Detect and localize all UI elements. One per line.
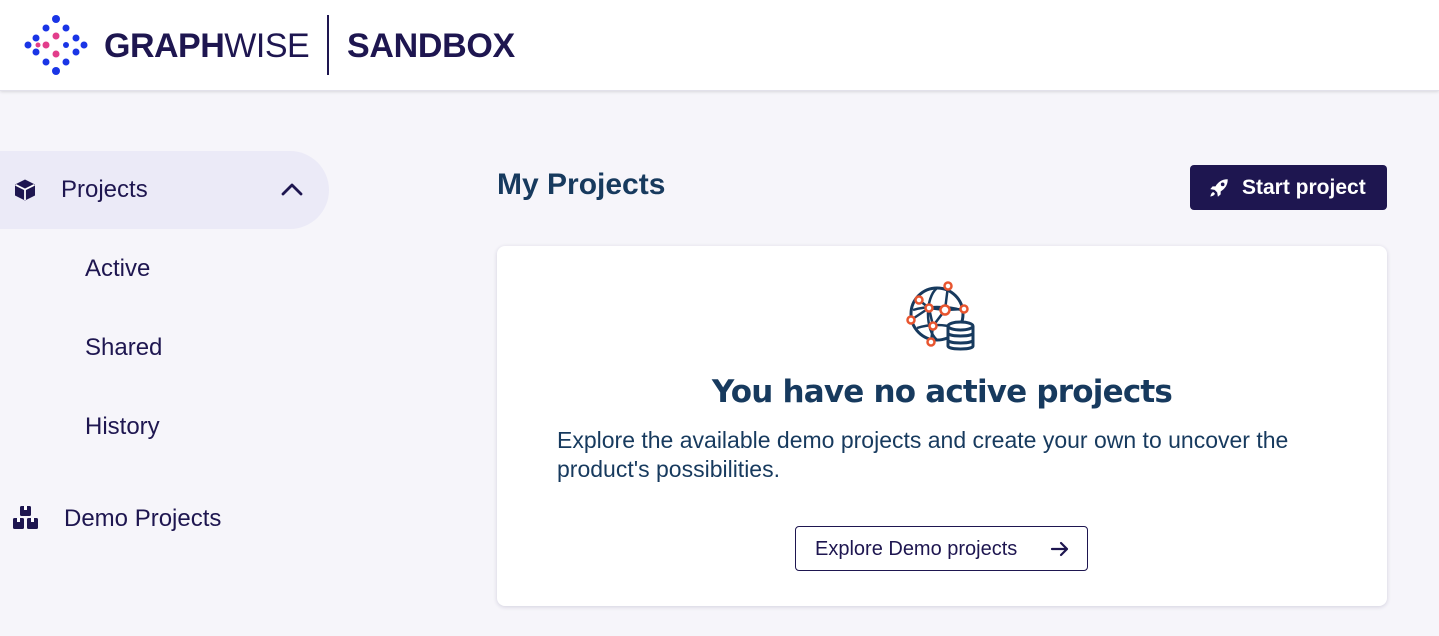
arrow-right-icon <box>1050 541 1069 557</box>
sidebar-item-label: Shared <box>85 334 163 361</box>
sidebar-item-label: Active <box>85 255 151 282</box>
graph-database-icon <box>906 281 975 351</box>
sidebar-item-active[interactable]: Active <box>0 239 329 299</box>
sidebar-item-label: History <box>85 413 160 440</box>
start-project-button[interactable]: Start project <box>1190 165 1387 210</box>
product-name: SANDBOX <box>347 27 515 65</box>
start-project-label: Start project <box>1242 176 1366 199</box>
brand-name: GRAPHWISE <box>104 27 310 65</box>
sidebar-item-shared[interactable]: Shared <box>0 318 329 378</box>
graphwise-logo-icon <box>24 15 88 75</box>
top-header: GRAPHWISE SANDBOX <box>0 0 1439 91</box>
rocket-icon <box>1210 179 1228 197</box>
page-title: My Projects <box>497 168 666 201</box>
chevron-up-icon[interactable] <box>280 178 304 202</box>
boxes-icon <box>13 506 38 529</box>
header-divider <box>327 15 329 75</box>
sidebar-item-demo-projects[interactable]: Demo Projects <box>0 488 329 548</box>
empty-state-title: You have no active projects <box>711 374 1173 410</box>
sidebar-item-history[interactable]: History <box>0 397 329 457</box>
brand-name-bold: GRAPH <box>104 27 225 65</box>
explore-demo-projects-button[interactable]: Explore Demo projects <box>795 526 1088 571</box>
sidebar-item-projects[interactable]: Projects <box>0 151 329 229</box>
brand-name-light: WISE <box>224 27 310 65</box>
empty-state-text: Explore the available demo projects and … <box>557 427 1289 482</box>
cube-icon <box>15 179 35 201</box>
sidebar-item-label: Demo Projects <box>64 505 222 532</box>
explore-demo-projects-label: Explore Demo projects <box>815 538 1018 560</box>
empty-state-card: You have no active projects Explore the … <box>497 246 1387 606</box>
sidebar-item-label: Projects <box>61 176 148 203</box>
